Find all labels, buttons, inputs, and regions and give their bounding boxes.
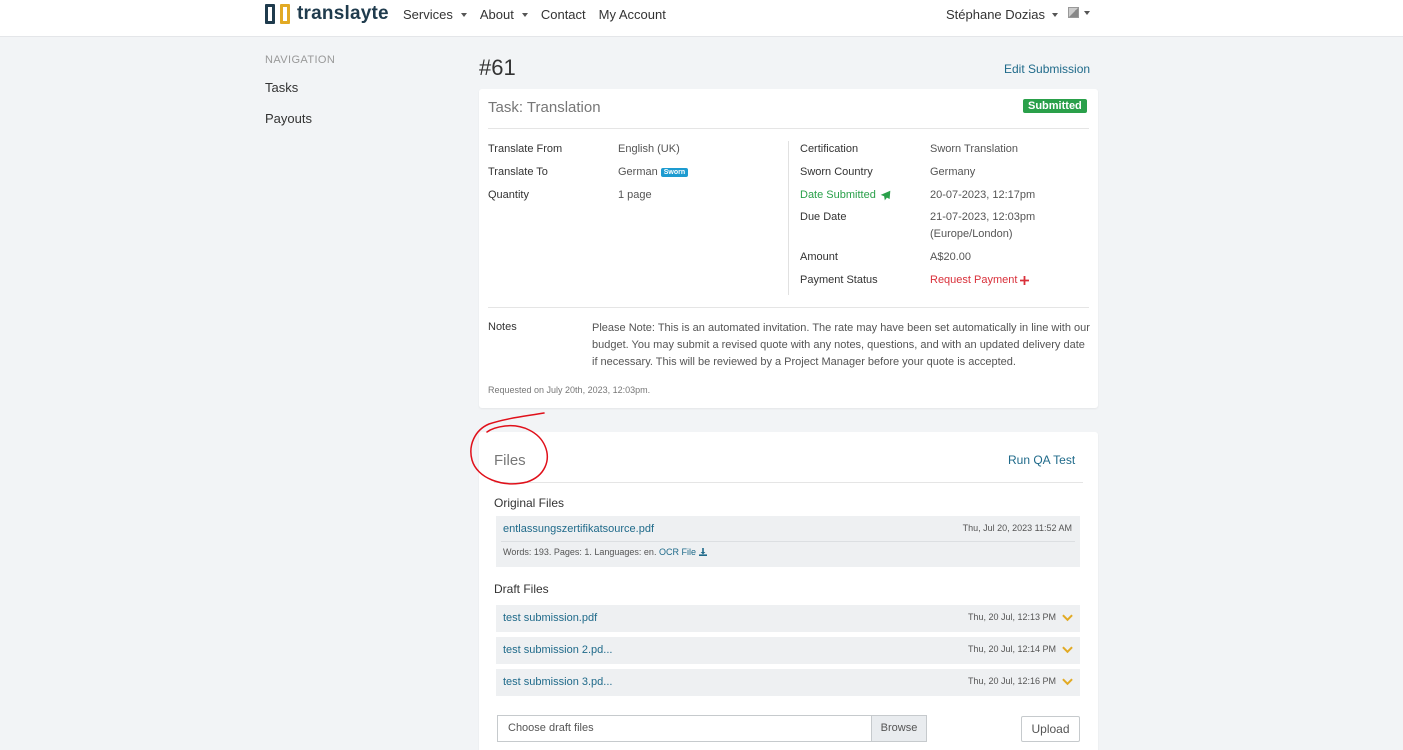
status-badge: Submitted	[1023, 99, 1087, 113]
field-value-certification: Sworn Translation	[930, 143, 1019, 155]
divider	[488, 307, 1089, 308]
caret-down-icon	[521, 12, 528, 17]
column-divider	[788, 141, 789, 295]
language-menu[interactable]	[1068, 7, 1090, 18]
ocr-file-label: OCR File	[658, 547, 696, 557]
nav-about-label: About	[479, 7, 514, 22]
draft-file-date: Thu, 20 Jul, 12:14 PM	[967, 644, 1056, 654]
files-card: Files Run QA Test Original Files entlass…	[479, 432, 1098, 750]
caret-down-icon	[1052, 12, 1059, 17]
field-value-sworn-country: Germany	[930, 166, 976, 178]
upload-button[interactable]: Upload	[1021, 716, 1080, 742]
nav-about[interactable]: About	[480, 7, 528, 22]
field-label-date-submitted: Date Submitted	[800, 189, 891, 201]
field-label-translate-from: Translate From	[488, 143, 563, 155]
sidebar: NAVIGATION Tasks Payouts	[265, 54, 335, 142]
field-value-amount: A$20.00	[930, 251, 971, 263]
field-value-due-date: 21-07-2023, 12:03pm	[930, 211, 1036, 223]
date-submitted-label: Date Submitted	[800, 189, 876, 201]
draft-file-date: Thu, 20 Jul, 12:13 PM	[967, 612, 1056, 622]
task-card: Task: Translation Submitted Translate Fr…	[479, 89, 1098, 408]
brand-logo[interactable]: translayte	[265, 3, 389, 25]
run-qa-test-link[interactable]: Run QA Test	[1008, 453, 1075, 467]
field-value-due-timezone: (Europe/London)	[930, 228, 1013, 240]
notes-text: Please Note: This is an automated invita…	[592, 322, 1090, 368]
divider	[494, 482, 1083, 483]
file-input-placeholder: Choose draft files	[508, 722, 594, 734]
user-menu[interactable]: Stéphane Dozias	[946, 7, 1059, 22]
browse-button[interactable]: Browse	[871, 716, 926, 741]
user-name: Stéphane Dozias	[946, 7, 1046, 22]
ocr-file-link[interactable]: OCR File	[659, 547, 707, 557]
brand-name: translayte	[297, 3, 389, 24]
nav-services[interactable]: Services	[403, 7, 467, 22]
caret-down-icon	[460, 12, 467, 17]
sidebar-item-tasks[interactable]: Tasks	[265, 80, 335, 95]
field-label-due-date: Due Date	[800, 211, 847, 223]
field-value-translate-from: English (UK)	[618, 143, 680, 155]
original-file-meta: Words: 193. Pages: 1. Languages: en. OCR…	[503, 547, 707, 557]
sworn-badge: Sworn	[660, 167, 689, 177]
translate-to-value: German	[618, 166, 658, 178]
divider	[488, 128, 1089, 129]
chevron-down-icon[interactable]	[1062, 676, 1073, 687]
caret-down-icon	[1084, 10, 1090, 15]
flag-icon	[1068, 7, 1079, 18]
paper-plane-icon	[880, 190, 891, 200]
original-file-item: entlassungszertifikatsource.pdf Thu, Jul…	[496, 516, 1080, 567]
chevron-down-icon[interactable]	[1062, 612, 1073, 623]
field-value-date-submitted: 20-07-2023, 12:17pm	[930, 189, 1036, 201]
draft-file-link[interactable]: test submission 3.pd...	[503, 676, 612, 688]
original-files-heading: Original Files	[494, 496, 565, 510]
plus-icon	[1020, 275, 1030, 285]
sidebar-item-payouts[interactable]: Payouts	[265, 111, 335, 126]
requested-timestamp: Requested on July 20th, 2023, 12:03pm.	[488, 385, 651, 395]
draft-file-link[interactable]: test submission.pdf	[503, 612, 597, 624]
nav-my-account[interactable]: My Account	[599, 7, 666, 22]
nav-services-label: Services	[403, 7, 453, 22]
draft-file-item: test submission.pdf Thu, 20 Jul, 12:13 P…	[496, 605, 1080, 632]
file-meta-text: Words: 193. Pages: 1. Languages: en.	[503, 547, 657, 557]
logo-mark-icon	[265, 4, 290, 24]
edit-submission-link[interactable]: Edit Submission	[1004, 62, 1090, 76]
divider	[501, 541, 1075, 542]
draft-file-link[interactable]: test submission 2.pd...	[503, 644, 612, 656]
request-payment-label: Request Payment	[930, 274, 1018, 286]
draft-file-item: test submission 3.pd... Thu, 20 Jul, 12:…	[496, 669, 1080, 696]
draft-files-heading: Draft Files	[494, 582, 549, 596]
field-label-translate-to: Translate To	[488, 166, 548, 178]
chevron-down-icon[interactable]	[1062, 644, 1073, 655]
nav-my-account-label: My Account	[598, 7, 666, 22]
draft-file-item: test submission 2.pd... Thu, 20 Jul, 12:…	[496, 637, 1080, 664]
draft-file-input[interactable]: Choose draft files Browse	[497, 715, 927, 742]
notes-label: Notes	[488, 321, 517, 333]
nav-contact[interactable]: Contact	[541, 7, 586, 22]
original-file-link[interactable]: entlassungszertifikatsource.pdf	[503, 523, 654, 535]
top-navbar: translayte Services About Contact My Acc…	[0, 0, 1403, 37]
field-label-certification: Certification	[800, 143, 859, 155]
field-label-quantity: Quantity	[488, 189, 529, 201]
nav-contact-label: Contact	[540, 7, 586, 22]
sidebar-heading: NAVIGATION	[265, 54, 336, 66]
annotation-circle-icon	[470, 412, 548, 485]
field-value-translate-to: German Sworn	[618, 166, 689, 178]
field-value-quantity: 1 page	[618, 189, 652, 201]
download-icon	[698, 548, 707, 556]
request-payment-link[interactable]: Request Payment	[930, 274, 1030, 286]
page-title: #61	[479, 55, 516, 80]
draft-file-date: Thu, 20 Jul, 12:16 PM	[967, 676, 1056, 686]
task-title: Task: Translation	[488, 99, 601, 116]
field-label-amount: Amount	[800, 251, 838, 263]
field-label-payment-status: Payment Status	[800, 274, 878, 286]
main-nav: Services About Contact My Account	[403, 7, 666, 22]
field-label-sworn-country: Sworn Country	[800, 166, 873, 178]
original-file-date: Thu, Jul 20, 2023 11:52 AM	[962, 523, 1072, 533]
